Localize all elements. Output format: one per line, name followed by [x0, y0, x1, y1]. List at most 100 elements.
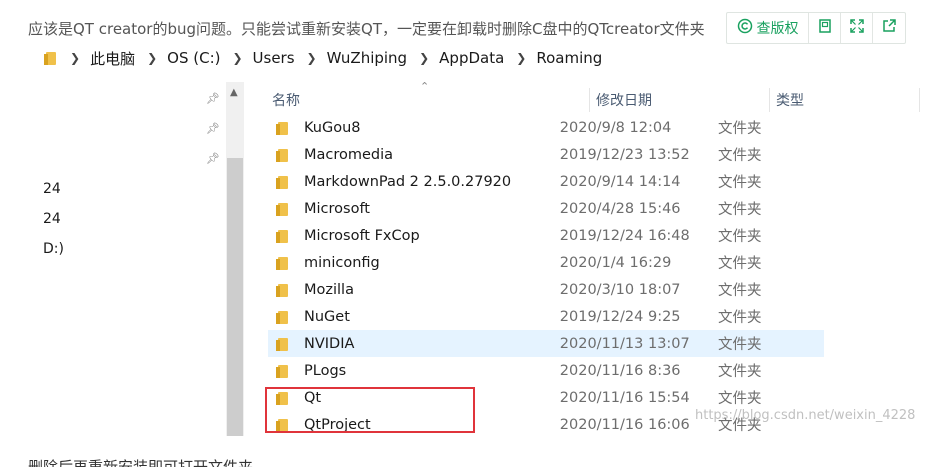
file-type: 文件夹: [717, 121, 762, 137]
chevron-right-icon: ❯: [147, 51, 158, 65]
file-name-cell: Microsoft: [268, 201, 559, 217]
share-icon: [881, 18, 897, 38]
file-name-cell: KuGou8: [268, 120, 559, 136]
folder-icon: [276, 228, 290, 244]
file-name: Mozilla: [304, 281, 354, 298]
file-row[interactable]: KuGou8 2020/9/8 12:04 文件夹: [268, 114, 824, 141]
file-type: 文件夹: [717, 175, 762, 191]
file-name: NVIDIA: [304, 335, 355, 352]
folder-icon: [276, 336, 290, 352]
file-type: 文件夹: [717, 256, 762, 272]
chevron-right-icon: ❯: [70, 51, 81, 65]
file-date: 2020/9/14 14:14: [559, 173, 681, 190]
save-icon: [817, 18, 833, 38]
file-row[interactable]: NuGet 2019/12/24 9:25 文件夹: [268, 303, 824, 330]
file-name-cell: Macromedia: [268, 147, 559, 163]
file-type: 文件夹: [717, 310, 762, 326]
column-type-header[interactable]: 类型: [770, 88, 920, 112]
scrollbar-thumb[interactable]: [227, 158, 243, 436]
pin-icon[interactable]: 📌︎: [206, 92, 220, 106]
breadcrumb-item[interactable]: Users: [253, 49, 295, 67]
file-type: 文件夹: [717, 283, 762, 299]
folder-icon: [276, 255, 290, 271]
file-date: 2020/1/4 16:29: [559, 254, 672, 271]
column-more-header[interactable]: [920, 88, 932, 112]
file-name: MarkdownPad 2 2.5.0.27920: [304, 173, 512, 190]
copyright-check-button[interactable]: 查版权: [727, 13, 809, 43]
folder-icon: [276, 363, 290, 379]
file-type: 文件夹: [717, 364, 762, 380]
file-row[interactable]: Microsoft 2020/4/28 15:46 文件夹: [268, 195, 824, 222]
file-row[interactable]: Microsoft FxCop 2019/12/24 16:48 文件夹: [268, 222, 824, 249]
nav-item[interactable]: D:): [43, 241, 64, 257]
file-row[interactable]: Mozilla 2020/3/10 18:07 文件夹: [268, 276, 824, 303]
file-type: 文件夹: [717, 202, 762, 218]
breadcrumb-item[interactable]: Roaming: [536, 49, 602, 67]
file-name-cell: Mozilla: [268, 282, 559, 298]
file-name-cell: NVIDIA: [268, 336, 559, 352]
file-date: 2020/9/8 12:04: [559, 119, 672, 136]
file-row[interactable]: Macromedia 2019/12/23 13:52 文件夹: [268, 141, 824, 168]
nav-item[interactable]: 24: [43, 181, 61, 197]
pin-icon[interactable]: 📌︎: [206, 122, 220, 136]
file-name: miniconfig: [304, 254, 380, 271]
pin-icon[interactable]: 📌︎: [206, 152, 220, 166]
fullscreen-button[interactable]: [841, 13, 873, 43]
scroll-up-icon[interactable]: ▲: [230, 87, 238, 98]
breadcrumb-item[interactable]: OS (C:): [167, 49, 220, 67]
file-type: 文件夹: [717, 391, 762, 407]
file-type: 文件夹: [717, 148, 762, 164]
share-button[interactable]: [873, 13, 905, 43]
file-date: 2020/11/13 13:07: [559, 335, 690, 352]
file-name: Macromedia: [304, 146, 394, 163]
file-date: 2020/11/16 15:54: [559, 389, 690, 406]
copyright-icon: [737, 18, 753, 38]
chevron-right-icon: ❯: [306, 51, 317, 65]
breadcrumb-item[interactable]: AppData: [439, 49, 504, 67]
file-name: NuGet: [304, 308, 350, 325]
nav-item[interactable]: 24: [43, 211, 61, 227]
file-name: Microsoft FxCop: [304, 227, 420, 244]
folder-icon: [276, 282, 290, 298]
folder-icon: [44, 50, 58, 66]
column-date-header[interactable]: 修改日期: [590, 88, 770, 112]
file-name: Microsoft: [304, 200, 370, 217]
file-name-cell: NuGet: [268, 309, 559, 325]
file-row[interactable]: PLogs 2020/11/16 8:36 文件夹: [268, 357, 824, 384]
file-name: PLogs: [304, 362, 347, 379]
file-date: 2019/12/24 9:25: [559, 308, 681, 325]
file-date: 2020/11/16 8:36: [559, 362, 681, 379]
nav-scrollbar[interactable]: ▲: [226, 82, 244, 436]
file-date: 2020/4/28 15:46: [559, 200, 681, 217]
file-date: 2020/3/10 18:07: [559, 281, 681, 298]
copyright-check-label: 查版权: [756, 21, 799, 37]
file-date: 2019/12/23 13:52: [559, 146, 690, 163]
file-row[interactable]: miniconfig 2020/1/4 16:29 文件夹: [268, 249, 824, 276]
address-breadcrumb: ❯ 此电脑 ❯ OS (C:) ❯ Users ❯ WuZhiping ❯ Ap…: [44, 46, 602, 70]
folder-icon: [276, 201, 290, 217]
folder-icon: [276, 309, 290, 325]
save-image-button[interactable]: [809, 13, 841, 43]
file-type: 文件夹: [717, 229, 762, 245]
chevron-right-icon: ❯: [232, 51, 243, 65]
file-type: 文件夹: [717, 337, 762, 353]
file-name-cell: MarkdownPad 2 2.5.0.27920: [268, 174, 559, 190]
column-name-header[interactable]: 名称: [266, 88, 590, 112]
file-date: 2019/12/24 16:48: [559, 227, 690, 244]
highlight-annotation: [265, 387, 475, 433]
column-header: 名称 修改日期 类型: [266, 88, 932, 112]
folder-icon: [276, 120, 290, 136]
breadcrumb-item[interactable]: 此电脑: [90, 48, 135, 69]
file-row[interactable]: MarkdownPad 2 2.5.0.27920 2020/9/14 14:14…: [268, 168, 824, 195]
file-name-cell: miniconfig: [268, 255, 559, 271]
image-toolbar: 查版权: [726, 12, 906, 44]
chevron-right-icon: ❯: [419, 51, 430, 65]
breadcrumb-item[interactable]: WuZhiping: [327, 49, 407, 67]
expand-icon: [849, 18, 865, 38]
folder-icon: [276, 147, 290, 163]
file-row[interactable]: NVIDIA 2020/11/13 13:07 文件夹: [268, 330, 824, 357]
folder-icon: [276, 174, 290, 190]
file-name-cell: Microsoft FxCop: [268, 228, 559, 244]
chevron-right-icon: ❯: [516, 51, 527, 65]
file-name-cell: PLogs: [268, 363, 559, 379]
